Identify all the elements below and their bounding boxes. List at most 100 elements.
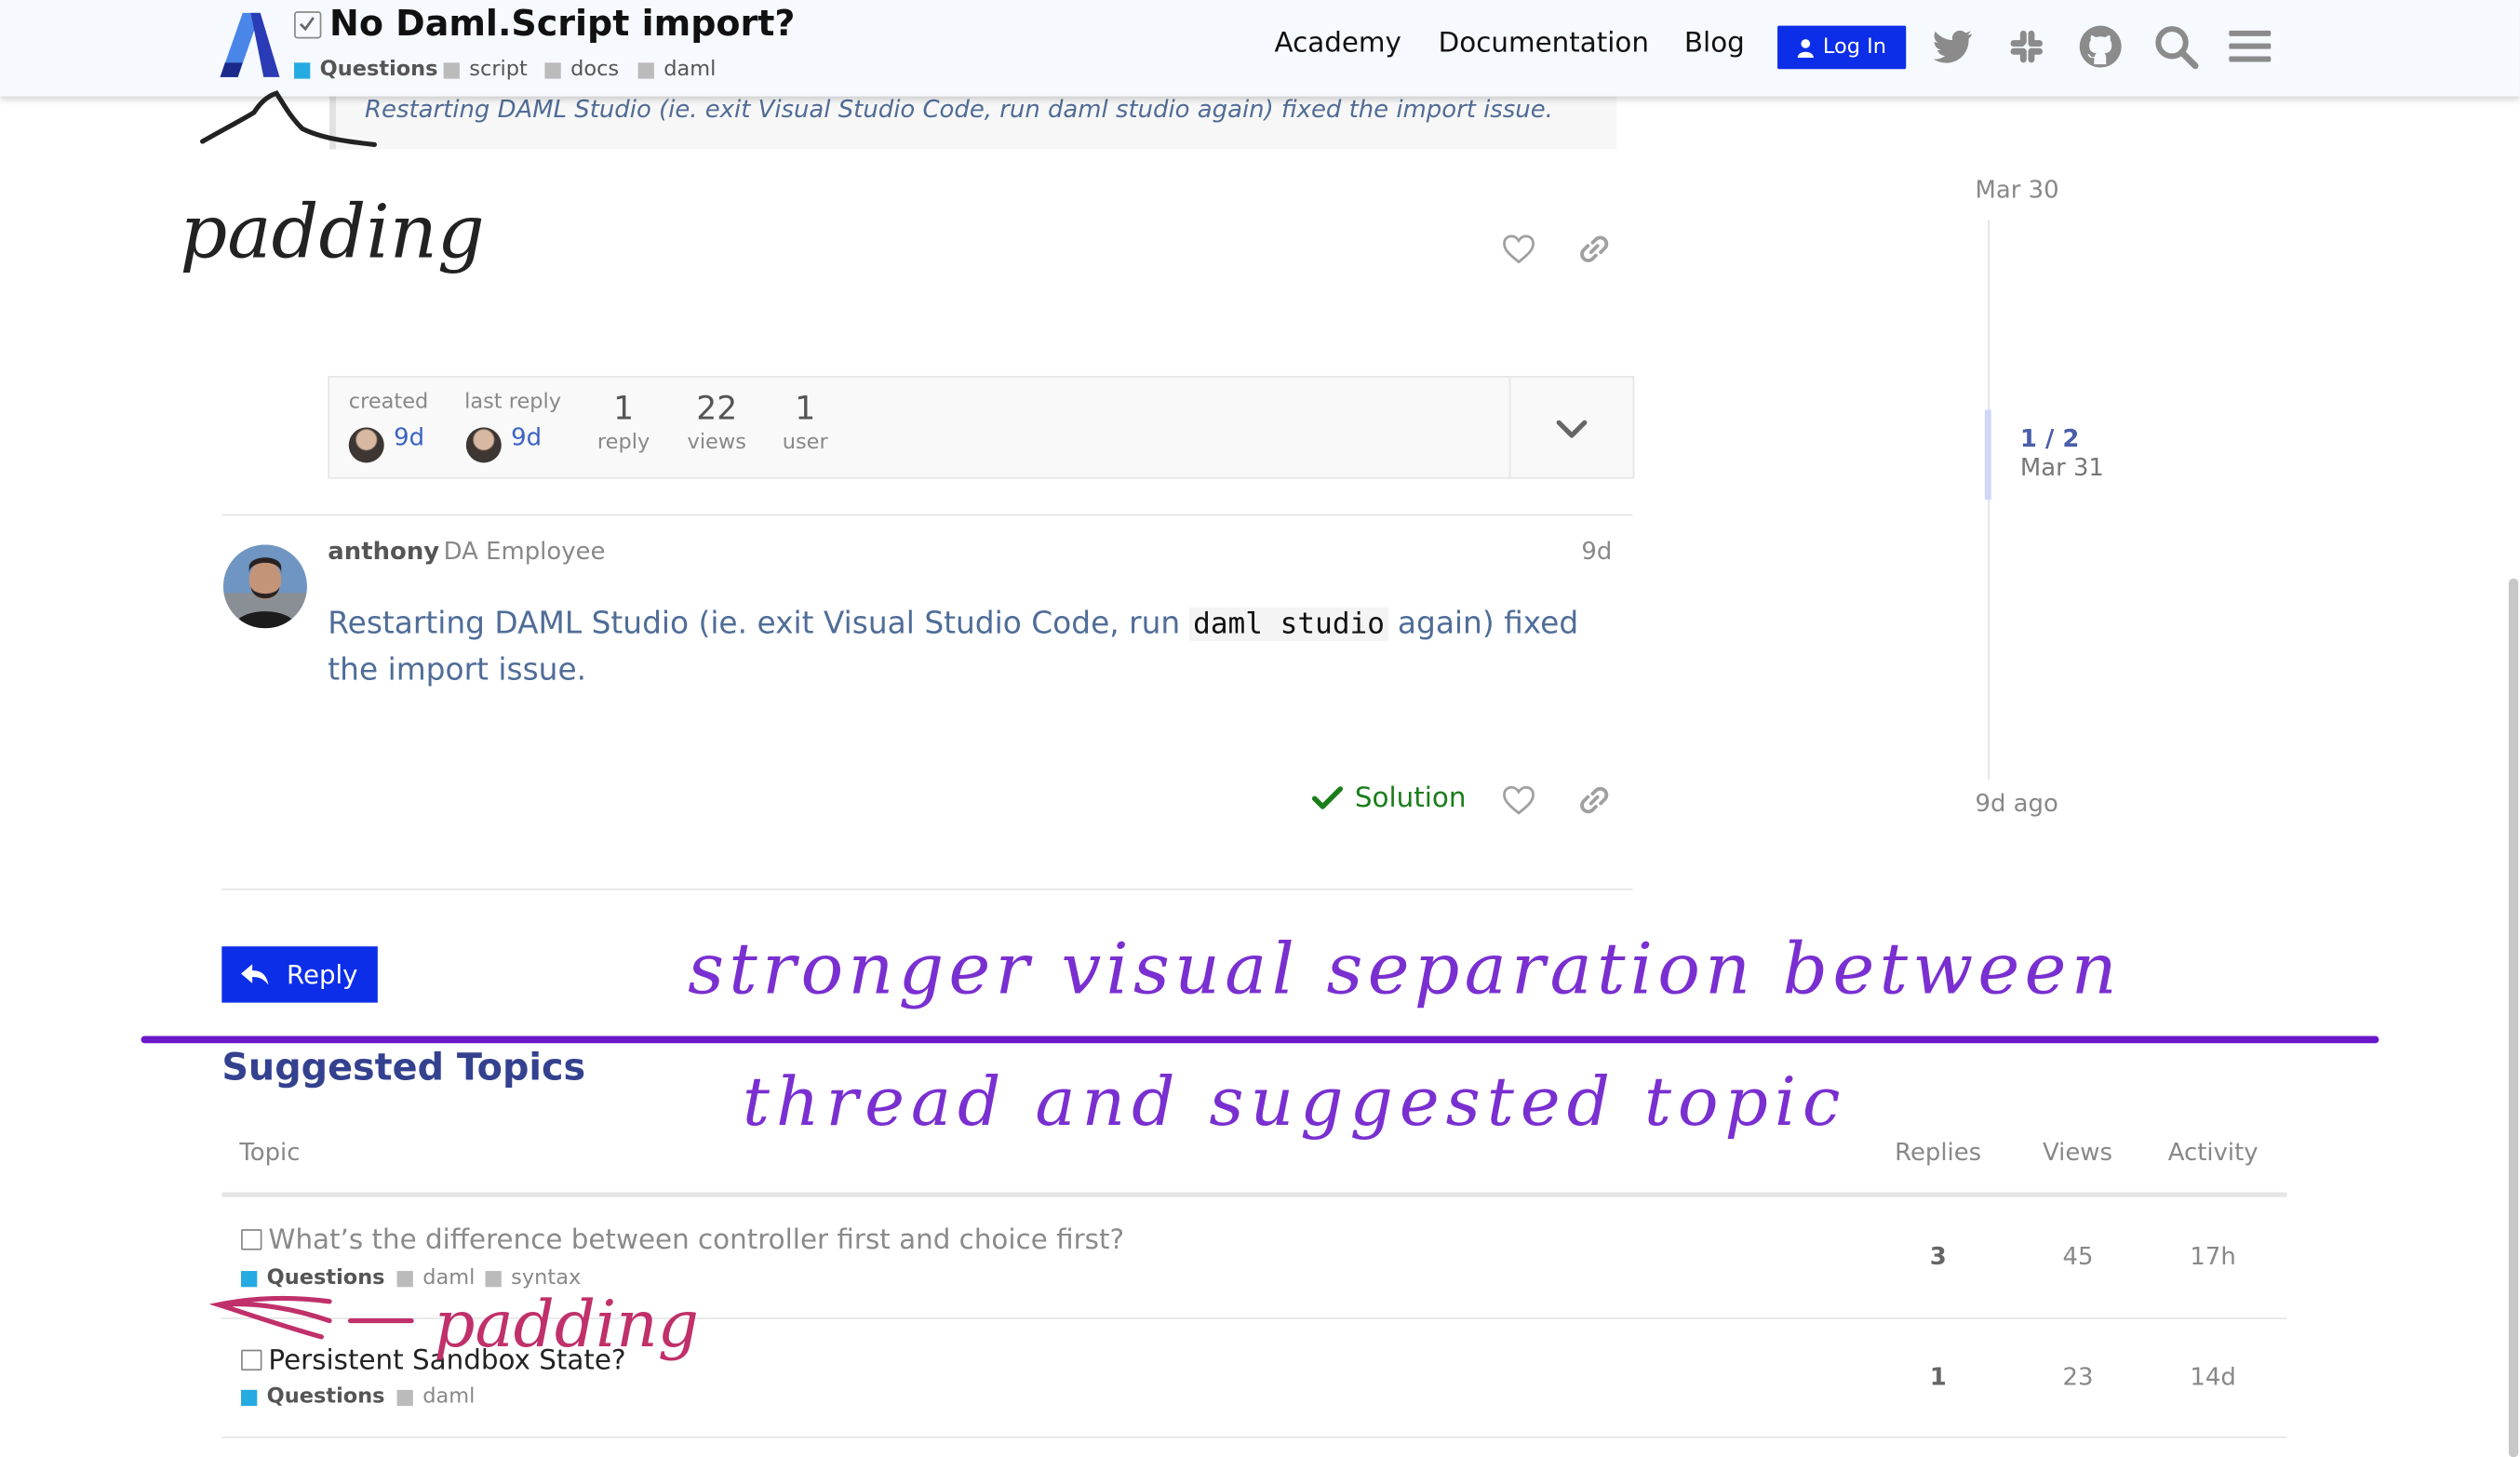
views-count: 23 — [2062, 1362, 2094, 1392]
nav-documentation[interactable]: Documentation — [1439, 27, 1649, 60]
tag-label: docs — [570, 58, 620, 83]
activity-age[interactable]: 14d — [2165, 1362, 2261, 1391]
tag-label: daml — [422, 1384, 476, 1410]
last-reply-age[interactable]: 9d — [511, 422, 542, 451]
post-body: Restarting DAML Studio (ie. exit Visual … — [328, 601, 1614, 692]
table-header-divider — [221, 1192, 2287, 1197]
column-topic: Topic — [239, 1137, 301, 1167]
replies-count: 1 — [613, 388, 635, 428]
post-author[interactable]: anthony — [328, 537, 439, 566]
column-activity[interactable]: Activity — [2168, 1138, 2259, 1167]
column-views[interactable]: Views — [2043, 1138, 2112, 1167]
replies-label: reply — [596, 430, 650, 455]
nav-academy[interactable]: Academy — [1275, 27, 1401, 60]
views-count: 22 — [696, 388, 738, 428]
user-icon — [1798, 38, 1815, 58]
suggested-topics-heading: Suggested Topics — [221, 1048, 586, 1089]
last-reply-label: last reply — [464, 390, 562, 415]
reply-label: Reply — [286, 959, 358, 990]
like-heart-icon[interactable] — [1501, 232, 1536, 267]
tag-script[interactable]: script — [443, 58, 528, 83]
topic-link[interactable]: Persistent Sandbox State? — [268, 1344, 625, 1377]
like-heart-icon[interactable] — [1501, 782, 1536, 818]
post-age[interactable]: 9d — [1581, 537, 1612, 566]
login-button[interactable]: Log In — [1777, 25, 1907, 70]
users-count: 1 — [795, 388, 816, 428]
daml-logo[interactable] — [219, 9, 283, 80]
category-color-swatch — [241, 1388, 258, 1406]
tag-swatch — [396, 1270, 413, 1287]
github-icon[interactable] — [2076, 22, 2125, 71]
topic-map: created 9d last reply 9d 1 reply 22 view… — [328, 376, 1635, 479]
views-label: views — [687, 430, 746, 455]
category-color-swatch — [294, 61, 311, 78]
category-badge[interactable]: Questions — [294, 58, 438, 82]
twitter-icon[interactable] — [1928, 22, 1977, 71]
post-divider — [221, 514, 1633, 516]
tag-swatch — [544, 61, 561, 78]
last-replier-avatar[interactable] — [465, 427, 502, 463]
tag-docs[interactable]: docs — [544, 58, 619, 82]
tag-swatch — [443, 61, 460, 78]
note-separation-line1: stronger visual separation between — [688, 927, 2122, 1009]
created-age[interactable]: 9d — [394, 422, 424, 451]
reply-button[interactable]: Reply — [221, 946, 378, 1003]
login-label: Log In — [1822, 34, 1887, 60]
site-header: No Daml.Script import? Questions script … — [0, 0, 2520, 97]
tag-daml[interactable]: daml — [396, 1384, 476, 1410]
search-icon[interactable] — [2151, 22, 2200, 71]
nav-blog[interactable]: Blog — [1684, 27, 1745, 60]
replies-count: 1 — [1929, 1362, 1947, 1392]
note-padding-top: padding — [180, 188, 484, 274]
slack-icon[interactable] — [2003, 22, 2051, 71]
hamburger-menu-icon[interactable] — [2226, 22, 2274, 71]
row-divider — [221, 1436, 2287, 1438]
quoted-solution: Restarting DAML Studio (ie. exit Visual … — [329, 87, 1617, 150]
quote-text: Restarting DAML Studio (ie. exit Visual … — [365, 94, 1553, 124]
chevron-down-icon[interactable] — [1551, 408, 1593, 450]
reply-arrow-icon — [241, 963, 270, 984]
tag-syntax[interactable]: syntax — [485, 1265, 582, 1290]
stage: No Daml.Script import? Questions script … — [0, 0, 2520, 1457]
solved-checkbox-icon — [241, 1229, 262, 1250]
replies-count: 3 — [1929, 1241, 1947, 1272]
topic-link[interactable]: What’s the difference between controller… — [268, 1224, 1124, 1257]
timeline-position-date: Mar 31 — [2019, 453, 2104, 483]
category-badge[interactable]: Questions — [241, 1266, 385, 1290]
author-title: DA Employee — [443, 536, 606, 566]
tag-label: script — [469, 58, 528, 83]
timeline-handle[interactable] — [1984, 409, 1991, 501]
topic-map-divider — [1508, 377, 1511, 477]
tag-label: daml — [664, 58, 717, 83]
scrollbar-thumb[interactable] — [2508, 578, 2519, 1457]
solved-checkbox-icon — [294, 11, 322, 39]
row-divider — [221, 1317, 2287, 1319]
timeline-position: 1 / 2 — [2019, 423, 2080, 454]
column-replies[interactable]: Replies — [1895, 1138, 1981, 1167]
users-label: user — [782, 430, 828, 455]
category-badge[interactable]: Questions — [241, 1385, 385, 1410]
activity-age[interactable]: 17h — [2165, 1242, 2261, 1271]
timeline-start-date[interactable]: Mar 30 — [1975, 175, 2058, 204]
creator-avatar[interactable] — [348, 427, 384, 463]
share-link-icon[interactable] — [1576, 232, 1612, 267]
solution-button[interactable]: Solution — [1311, 782, 1466, 815]
solution-label: Solution — [1354, 782, 1467, 815]
tag-swatch — [485, 1270, 502, 1287]
note-separation-line2: thread and suggested topic — [743, 1063, 1847, 1142]
avatar[interactable] — [223, 544, 307, 629]
tag-label: syntax — [511, 1265, 582, 1290]
solved-checkbox-icon — [241, 1349, 262, 1371]
category-color-swatch — [241, 1270, 258, 1287]
inline-code: daml studio — [1189, 608, 1388, 642]
tag-daml[interactable]: daml — [637, 58, 717, 83]
tag-label: daml — [422, 1265, 476, 1290]
checkmark-icon — [1311, 786, 1344, 809]
tag-daml[interactable]: daml — [396, 1265, 476, 1290]
thread-end-divider — [221, 889, 1633, 890]
post-text: Restarting DAML Studio (ie. exit Visual … — [328, 606, 1190, 642]
topic-title[interactable]: No Daml.Script import? — [329, 5, 795, 45]
timeline-end-date[interactable]: 9d ago — [1975, 789, 2058, 818]
share-link-icon[interactable] — [1576, 782, 1612, 818]
created-label: created — [348, 390, 429, 415]
